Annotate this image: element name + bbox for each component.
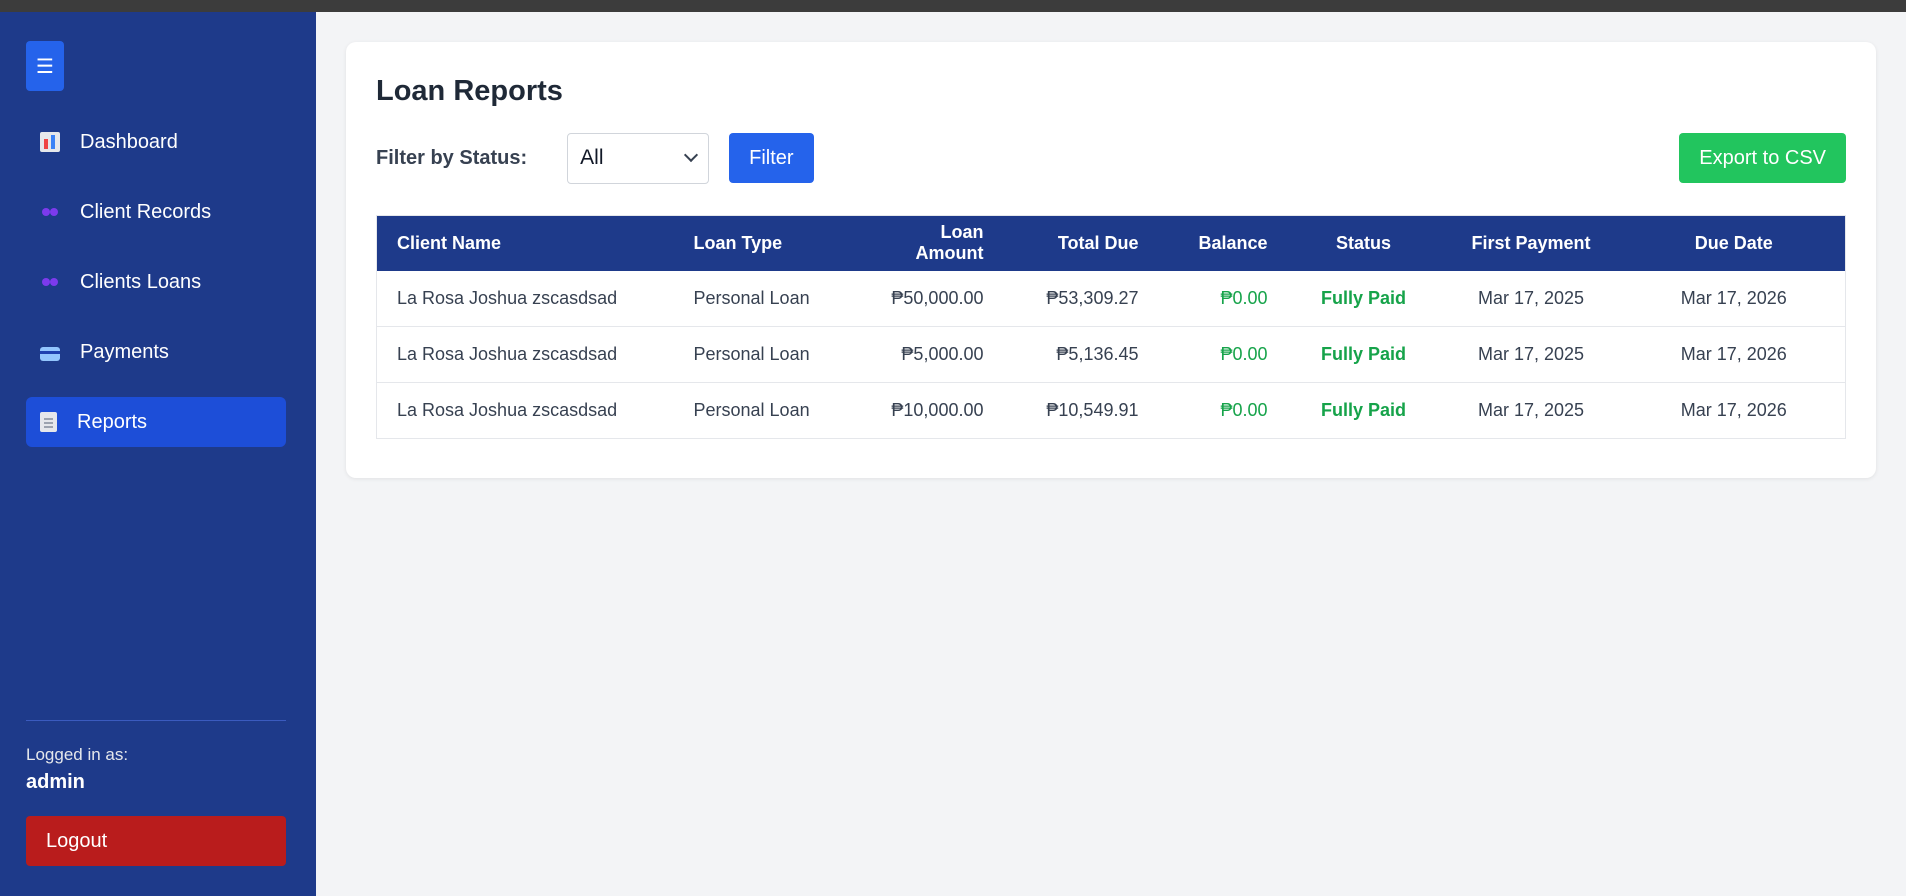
cell-loan-type: Personal Loan bbox=[693, 400, 810, 420]
chevron-down-icon bbox=[684, 147, 699, 163]
cell-client-name: La Rosa Joshua zscasdsad bbox=[397, 344, 618, 364]
people-icon bbox=[40, 202, 60, 222]
filter-label: Filter by Status: bbox=[376, 146, 528, 169]
cell-balance: ₱0.00 bbox=[1220, 400, 1268, 420]
people-icon bbox=[40, 272, 60, 292]
browser-top-strip bbox=[0, 0, 1906, 12]
menu-toggle-button[interactable]: ☰ bbox=[26, 41, 64, 91]
cell-total-due: ₱53,309.27 bbox=[1046, 287, 1139, 308]
sidebar-item-reports[interactable]: Reports bbox=[26, 397, 286, 447]
status-select[interactable]: All bbox=[567, 132, 710, 184]
cell-due-date: Mar 17, 2026 bbox=[1680, 400, 1787, 420]
status-badge: Fully Paid bbox=[1320, 400, 1407, 420]
page-title: Loan Reports bbox=[376, 75, 563, 107]
column-header-first-payment[interactable]: First Payment bbox=[1440, 216, 1623, 271]
sidebar-item-label: Client Records bbox=[80, 200, 212, 223]
export-csv-button[interactable]: Export to CSV bbox=[1679, 133, 1846, 183]
column-header-loan-amount[interactable]: Loan Amount bbox=[849, 216, 1004, 271]
credit-card-icon bbox=[40, 346, 60, 361]
sidebar-item-client-records[interactable]: Client Records bbox=[26, 187, 286, 237]
cell-client-name: La Rosa Joshua zscasdsad bbox=[397, 287, 618, 308]
filter-toolbar: Filter by Status: All Filter Export to C… bbox=[376, 132, 1846, 184]
sidebar-item-label: Payments bbox=[80, 340, 169, 363]
cell-client-name: La Rosa Joshua zscasdsad bbox=[397, 400, 618, 420]
cell-first-payment: Mar 17, 2025 bbox=[1477, 287, 1585, 308]
cell-loan-amount: ₱5,000.00 bbox=[901, 344, 984, 364]
loan-reports-table: Client Name Loan Type Loan Amount Total … bbox=[376, 215, 1846, 439]
sidebar-footer: Logged in as: admin Logout bbox=[26, 720, 286, 866]
sidebar-nav: Dashboard Client Records Clients Loans P… bbox=[26, 117, 286, 467]
cell-due-date: Mar 17, 2026 bbox=[1680, 344, 1787, 364]
sidebar-item-label: Reports bbox=[77, 410, 148, 433]
column-header-balance[interactable]: Balance bbox=[1159, 216, 1288, 271]
logout-button[interactable]: Logout bbox=[26, 816, 286, 866]
cell-balance: ₱0.00 bbox=[1220, 344, 1268, 364]
sidebar-item-clients-loans[interactable]: Clients Loans bbox=[26, 257, 286, 307]
cell-total-due: ₱5,136.45 bbox=[1056, 344, 1139, 364]
filter-button[interactable]: Filter bbox=[729, 133, 814, 183]
cell-due-date: Mar 17, 2026 bbox=[1680, 287, 1787, 308]
cell-loan-type: Personal Loan bbox=[693, 344, 810, 364]
column-header-loan-type[interactable]: Loan Type bbox=[674, 216, 849, 271]
sidebar: ☰ Dashboard Client Records Clients Loans… bbox=[0, 12, 316, 896]
logged-in-label: Logged in as: bbox=[26, 745, 129, 764]
cell-loan-amount: ₱10,000.00 bbox=[891, 400, 984, 420]
reports-card: Loan Reports Filter by Status: All Filte… bbox=[346, 42, 1876, 478]
cell-loan-amount: ₱50,000.00 bbox=[891, 287, 984, 308]
cell-loan-type: Personal Loan bbox=[693, 287, 810, 308]
table-row: La Rosa Joshua zscasdsad Personal Loan ₱… bbox=[376, 271, 1846, 327]
status-badge: Fully Paid bbox=[1320, 287, 1407, 308]
status-select-value: All bbox=[580, 146, 604, 169]
sidebar-item-label: Clients Loans bbox=[80, 270, 202, 293]
divider bbox=[26, 720, 286, 721]
column-header-due-date[interactable]: Due Date bbox=[1623, 216, 1846, 271]
column-header-total-due[interactable]: Total Due bbox=[1004, 216, 1159, 271]
column-header-status[interactable]: Status bbox=[1288, 216, 1440, 271]
username: admin bbox=[26, 771, 85, 793]
status-badge: Fully Paid bbox=[1320, 344, 1407, 364]
cell-first-payment: Mar 17, 2025 bbox=[1477, 400, 1585, 420]
cell-first-payment: Mar 17, 2025 bbox=[1477, 344, 1585, 364]
sidebar-item-label: Dashboard bbox=[80, 130, 178, 153]
table-row: La Rosa Joshua zscasdsad Personal Loan ₱… bbox=[376, 327, 1846, 383]
column-header-client-name[interactable]: Client Name bbox=[377, 216, 674, 271]
document-icon bbox=[40, 412, 57, 432]
chart-icon bbox=[40, 132, 60, 152]
sidebar-item-payments[interactable]: Payments bbox=[26, 327, 286, 377]
sidebar-item-dashboard[interactable]: Dashboard bbox=[26, 117, 286, 167]
table-header-row: Client Name Loan Type Loan Amount Total … bbox=[376, 215, 1846, 271]
main-content: Loan Reports Filter by Status: All Filte… bbox=[346, 42, 1876, 478]
hamburger-icon: ☰ bbox=[36, 55, 54, 78]
cell-total-due: ₱10,549.91 bbox=[1046, 400, 1139, 420]
table-row: La Rosa Joshua zscasdsad Personal Loan ₱… bbox=[376, 383, 1846, 439]
cell-balance: ₱0.00 bbox=[1220, 287, 1268, 308]
